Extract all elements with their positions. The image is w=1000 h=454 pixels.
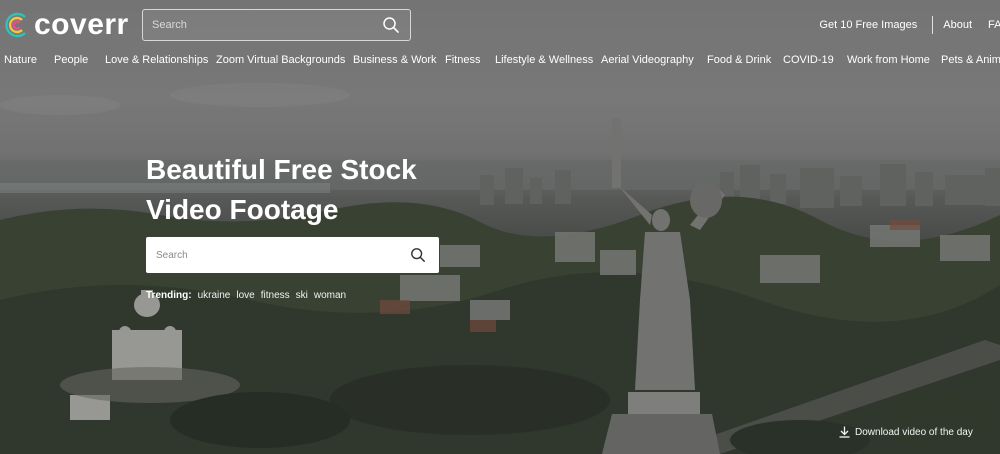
coverr-logo[interactable]: coverr	[3, 9, 129, 41]
logo-mark-icon	[3, 10, 33, 40]
category-aerial-videography[interactable]: Aerial Videography	[601, 54, 694, 66]
faq-link[interactable]: FAQ	[988, 19, 1000, 31]
category-love-relationships[interactable]: Love & Relationships	[105, 54, 208, 66]
hero-search-box	[146, 237, 439, 273]
header-divider	[932, 16, 934, 34]
category-covid-19[interactable]: COVID-19	[783, 54, 834, 66]
download-video-of-the-day[interactable]: Download video of the day	[839, 426, 973, 438]
hero-title-line-1: Beautiful Free Stock	[146, 154, 417, 185]
trending-tag-fitness[interactable]: fitness	[261, 290, 290, 301]
download-icon	[839, 426, 850, 438]
trending-tag-ski[interactable]: ski	[296, 290, 308, 301]
category-nav: Nature People Love & Relationships Zoom …	[0, 54, 1000, 70]
category-food-drink[interactable]: Food & Drink	[707, 54, 771, 66]
hero-title-line-2: Video Footage	[146, 194, 339, 225]
category-fitness[interactable]: Fitness	[445, 54, 480, 66]
header-links: Get 10 Free Images About FAQ	[819, 16, 1000, 34]
trending-tags: Trending: ukraine love fitness ski woman	[146, 290, 352, 301]
category-zoom-virtual-backgrounds[interactable]: Zoom Virtual Backgrounds	[216, 54, 345, 66]
trending-tag-love[interactable]: love	[236, 290, 254, 301]
category-business-work[interactable]: Business & Work	[353, 54, 437, 66]
category-work-from-home[interactable]: Work from Home	[847, 54, 930, 66]
search-icon[interactable]	[382, 16, 400, 34]
hero-title: Beautiful Free Stock Video Footage	[146, 150, 446, 230]
category-people[interactable]: People	[54, 54, 88, 66]
header-search-box	[142, 9, 411, 41]
header-search-input[interactable]	[152, 10, 372, 40]
site-header: coverr Get 10 Free Images About FAQ	[0, 0, 1000, 50]
search-icon[interactable]	[410, 247, 426, 263]
trending-tag-woman[interactable]: woman	[314, 290, 346, 301]
category-pets-animals[interactable]: Pets & Animals	[941, 54, 1000, 66]
logo-text: coverr	[34, 8, 129, 41]
get-free-images-link[interactable]: Get 10 Free Images	[819, 19, 917, 31]
download-label: Download video of the day	[855, 426, 973, 438]
about-link[interactable]: About	[943, 19, 972, 31]
hero-search-input[interactable]	[156, 237, 396, 273]
category-lifestyle-wellness[interactable]: Lifestyle & Wellness	[495, 54, 593, 66]
trending-tag-ukraine[interactable]: ukraine	[198, 290, 231, 301]
category-nature[interactable]: Nature	[4, 54, 37, 66]
trending-label: Trending:	[146, 290, 192, 301]
